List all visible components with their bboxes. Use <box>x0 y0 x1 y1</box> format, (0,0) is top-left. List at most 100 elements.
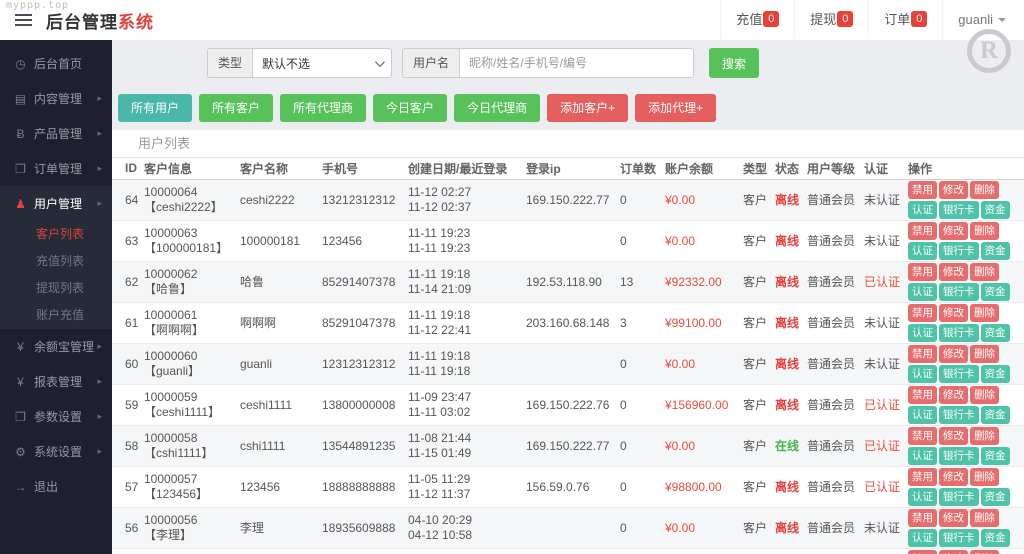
bankcard-button[interactable]: 银行卡 <box>939 282 979 301</box>
sidebar-item-label: 用户管理 <box>34 197 83 211</box>
disable-button[interactable]: 禁用 <box>908 467 937 486</box>
top-navbar: myppp.top 后台管理系统 充值 0 提现 0 订单 0 guanli <box>0 0 1024 40</box>
today-customers-button[interactable]: 今日客户 <box>373 94 448 122</box>
disable-button[interactable]: 禁用 <box>908 262 937 281</box>
disable-button[interactable]: 禁用 <box>908 303 937 322</box>
certify-button[interactable]: 认证 <box>908 405 937 424</box>
funds-button[interactable]: 资金 <box>980 446 1010 465</box>
chevron-right-icon: ▸ <box>97 411 102 421</box>
all-users-button[interactable]: 所有用户 <box>118 94 193 122</box>
modify-button[interactable]: 修改 <box>939 262 968 281</box>
delete-button[interactable]: 删除 <box>970 426 999 445</box>
balance-value: ¥0.00 <box>665 192 696 207</box>
delete-button[interactable]: 删除 <box>970 262 999 281</box>
all-agents-button[interactable]: 所有代理商 <box>280 94 367 122</box>
certify-button[interactable]: 认证 <box>908 446 937 465</box>
disable-button[interactable]: 禁用 <box>908 344 937 363</box>
cell-id: 58 <box>112 425 144 467</box>
bankcard-button[interactable]: 银行卡 <box>939 528 979 547</box>
funds-button[interactable]: 资金 <box>980 241 1010 260</box>
nav-stat-orders[interactable]: 订单 0 <box>868 0 942 40</box>
modify-button[interactable]: 修改 <box>939 344 968 363</box>
sidebar-item-product[interactable]: Ƀ 产品管理 ▸ <box>0 116 112 151</box>
funds-button[interactable]: 资金 <box>980 323 1010 342</box>
delete-button[interactable]: 删除 <box>970 344 999 363</box>
disable-button[interactable]: 禁用 <box>908 549 937 554</box>
disable-button[interactable]: 禁用 <box>908 180 937 199</box>
funds-button[interactable]: 资金 <box>980 282 1010 301</box>
actions-line2: 认证 银行卡 资金 <box>908 528 1020 548</box>
sidebar-subitem-customer-list[interactable]: 客户列表 <box>0 221 112 248</box>
delete-button[interactable]: 删除 <box>970 180 999 199</box>
sidebar-item-label: 参数设置 <box>34 410 83 424</box>
modify-button[interactable]: 修改 <box>939 508 968 527</box>
funds-button[interactable]: 资金 <box>980 405 1010 424</box>
delete-button[interactable]: 删除 <box>970 508 999 527</box>
sidebar-item-user[interactable]: ♟ 用户管理 ▸ <box>0 186 112 221</box>
sidebar-item-home[interactable]: ◷ 后台首页 <box>0 46 112 81</box>
modify-button[interactable]: 修改 <box>939 467 968 486</box>
sidebar-subitem-account-recharge[interactable]: 账户充值 <box>0 302 112 329</box>
sidebar-item-logout[interactable]: → 退出 <box>0 469 112 504</box>
modify-button[interactable]: 修改 <box>939 303 968 322</box>
sidebar-subitem-recharge-list[interactable]: 充值列表 <box>0 248 112 275</box>
bankcard-button[interactable]: 银行卡 <box>939 364 979 383</box>
funds-button[interactable]: 资金 <box>980 200 1010 219</box>
sidebar-item-system[interactable]: ⚙ 系统设置 ▸ <box>0 434 112 469</box>
disable-button[interactable]: 禁用 <box>908 426 937 445</box>
modify-button[interactable]: 修改 <box>939 221 968 240</box>
disable-button[interactable]: 禁用 <box>908 508 937 527</box>
sidebar-item-report[interactable]: ¥ 报表管理 ▸ <box>0 364 112 399</box>
cell-dates: 11-11 19:18 11-12 22:41 <box>408 302 526 344</box>
disable-button[interactable]: 禁用 <box>908 221 937 240</box>
type-label: 类型 <box>207 48 253 78</box>
funds-button[interactable]: 资金 <box>980 487 1010 506</box>
cell-login-ip: 169.150.222.76 <box>526 384 620 426</box>
modify-button[interactable]: 修改 <box>939 385 968 404</box>
nav-stat-recharge[interactable]: 充值 0 <box>720 0 794 40</box>
funds-button[interactable]: 资金 <box>980 528 1010 547</box>
delete-button[interactable]: 删除 <box>970 549 999 554</box>
bankcard-button[interactable]: 银行卡 <box>939 200 979 219</box>
sidebar-item-params[interactable]: ❐ 参数设置 ▸ <box>0 399 112 434</box>
modify-button[interactable]: 修改 <box>939 180 968 199</box>
bankcard-button[interactable]: 银行卡 <box>939 487 979 506</box>
bankcard-button[interactable]: 银行卡 <box>939 405 979 424</box>
nav-stat-withdraw[interactable]: 提现 0 <box>794 0 868 40</box>
delete-button[interactable]: 删除 <box>970 385 999 404</box>
certify-button[interactable]: 认证 <box>908 323 937 342</box>
delete-button[interactable]: 删除 <box>970 467 999 486</box>
disable-button[interactable]: 禁用 <box>908 385 937 404</box>
type-select[interactable]: 默认不选 <box>252 48 393 78</box>
sidebar-item-content[interactable]: ▤ 内容管理 ▸ <box>0 81 112 116</box>
modify-button[interactable]: 修改 <box>939 426 968 445</box>
certify-button[interactable]: 认证 <box>908 200 937 219</box>
username-input[interactable] <box>459 48 695 78</box>
certify-button[interactable]: 认证 <box>908 528 937 547</box>
cell-dates-line1: 04-10 20:29 <box>408 512 473 527</box>
today-agents-button[interactable]: 今日代理商 <box>454 94 541 122</box>
sidebar-subitem-withdraw-list[interactable]: 提现列表 <box>0 275 112 302</box>
logout-icon: → <box>14 479 27 494</box>
delete-button[interactable]: 删除 <box>970 221 999 240</box>
all-customers-button[interactable]: 所有客户 <box>199 94 274 122</box>
sidebar-item-yuebao[interactable]: ¥ 余额宝管理 ▸ <box>0 329 112 364</box>
bankcard-button[interactable]: 银行卡 <box>939 323 979 342</box>
certify-button[interactable]: 认证 <box>908 241 937 260</box>
bankcard-button[interactable]: 银行卡 <box>939 446 979 465</box>
search-button[interactable]: 搜索 <box>709 48 760 78</box>
cell-phone: 85291407378 <box>322 261 408 303</box>
cell-actions: 禁用修改删除认证银行卡资金 <box>908 548 1024 554</box>
add-agent-button[interactable]: 添加代理+ <box>635 94 717 122</box>
certify-button[interactable]: 认证 <box>908 364 937 383</box>
modify-button[interactable]: 修改 <box>939 549 968 554</box>
certify-button[interactable]: 认证 <box>908 487 937 506</box>
delete-button[interactable]: 删除 <box>970 303 999 322</box>
col-header: 登录ip <box>526 158 620 180</box>
add-customer-button[interactable]: 添加客户+ <box>547 94 629 122</box>
bankcard-button[interactable]: 银行卡 <box>939 241 979 260</box>
sidebar-item-order[interactable]: ❐ 订单管理 ▸ <box>0 151 112 186</box>
funds-button[interactable]: 资金 <box>980 364 1010 383</box>
certify-button[interactable]: 认证 <box>908 282 937 301</box>
actions-line2: 认证 银行卡 资金 <box>908 323 1020 343</box>
